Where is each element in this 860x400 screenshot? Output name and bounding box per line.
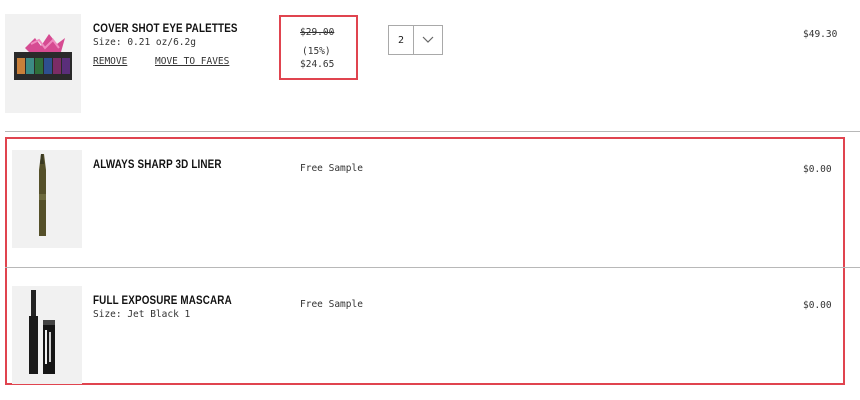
product-name[interactable]: COVER SHOT EYE PALETTES [93,21,238,35]
eye-palette-image [5,14,81,113]
samples-highlight-box [5,137,845,385]
free-sample-label: Free Sample [300,163,363,174]
product-size: Size: Jet Black 1 [93,309,191,320]
product-name[interactable]: ALWAYS SHARP 3D LINER [93,157,222,171]
quantity-select[interactable]: 2 [388,25,443,55]
sale-price: $24.65 [300,59,335,70]
product-name[interactable]: FULL EXPOSURE MASCARA [93,293,232,307]
line-total: $49.30 [803,29,838,40]
discount-percent: (15%) [302,46,331,57]
product-image-mascara[interactable] [12,286,82,384]
free-sample-label: Free Sample [300,299,363,310]
remove-link[interactable]: REMOVE [93,56,127,67]
product-image-liner[interactable] [12,150,82,248]
product-size: Size: 0.21 oz/6.2g [93,37,196,48]
line-total: $0.00 [803,164,832,175]
line-total: $0.00 [803,300,832,311]
chevron-down-icon[interactable] [414,26,442,54]
original-price: $29.00 [300,27,335,38]
liner-pencil-image [12,150,82,248]
item-divider [5,267,860,268]
item-divider [5,131,860,132]
quantity-value: 2 [389,26,414,54]
mascara-image [12,286,82,384]
product-image-eye-palette[interactable] [5,14,81,113]
move-to-faves-link[interactable]: MOVE TO FAVES [155,56,229,67]
